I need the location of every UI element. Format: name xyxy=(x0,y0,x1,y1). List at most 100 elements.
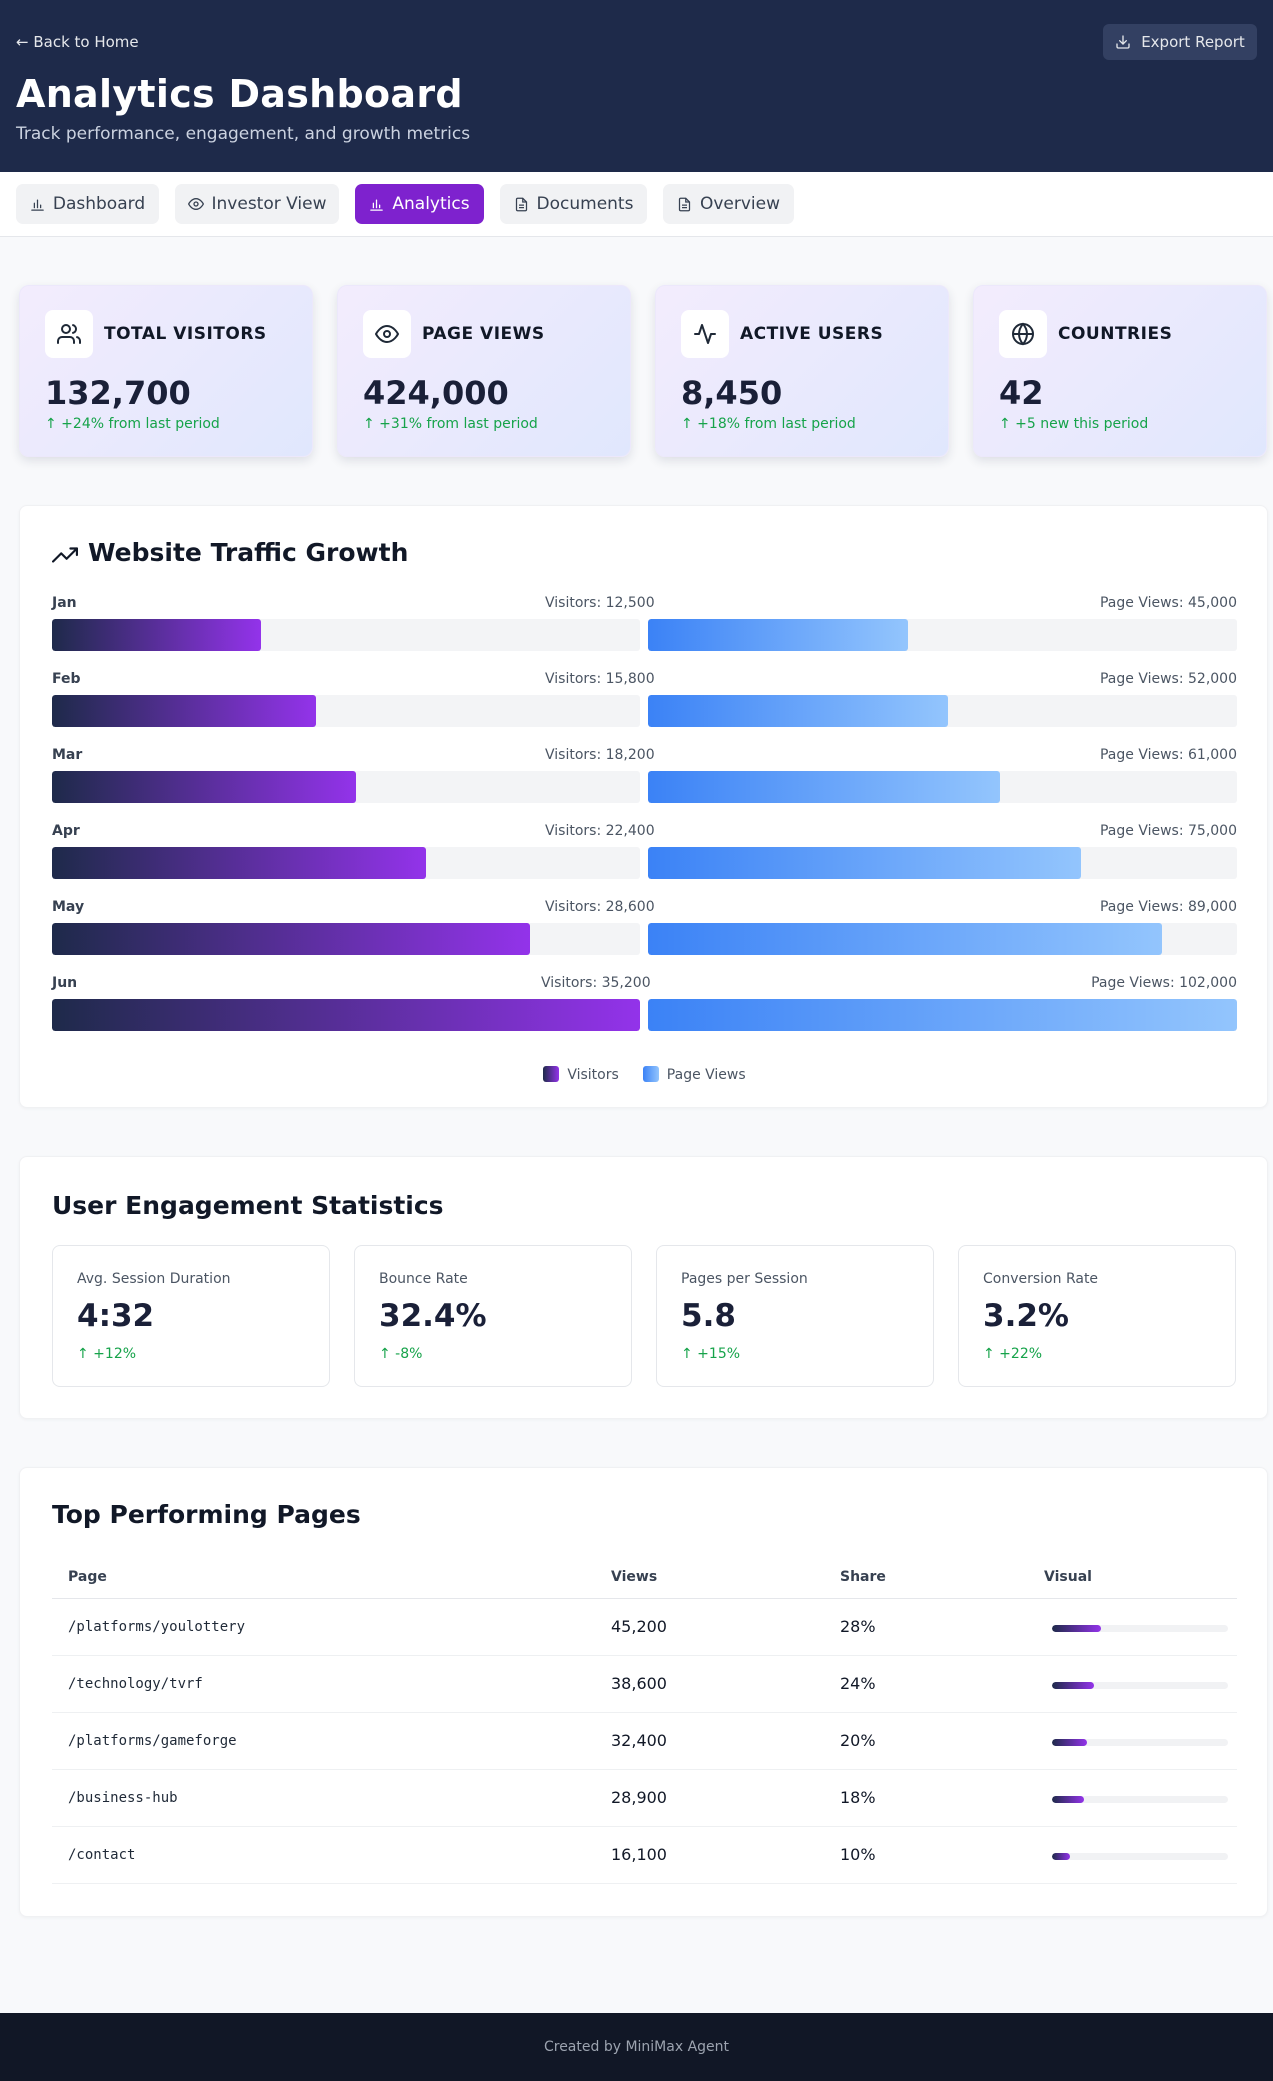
visitors-label: Visitors: 15,800 xyxy=(545,671,655,687)
stat-value: 132,700 xyxy=(45,374,191,412)
back-to-home-link[interactable]: ← Back to Home xyxy=(16,33,139,51)
engagement-value: 3.2% xyxy=(983,1298,1069,1334)
tab-documents[interactable]: Documents xyxy=(500,184,647,224)
month-label: Feb xyxy=(52,671,81,687)
engagement-label: Pages per Session xyxy=(681,1271,808,1287)
page-header: ← Back to Home Export Report Analytics D… xyxy=(0,0,1273,172)
stat-change: ↑ +5 new this period xyxy=(999,416,1149,432)
page-share: 28% xyxy=(840,1617,876,1636)
traffic-row: Mar Visitors: 18,200 Page Views: 61,000 xyxy=(52,747,1237,811)
stat-change: ↑ +31% from last period xyxy=(363,416,538,432)
engagement-value: 32.4% xyxy=(379,1298,487,1334)
legend-swatch xyxy=(543,1066,560,1082)
engagement-card: Conversion Rate 3.2% ↑ +22% xyxy=(958,1245,1236,1387)
nav-bar: Dashboard Investor View Analytics Docume… xyxy=(0,172,1273,237)
month-label: Jan xyxy=(52,595,77,611)
table-row: /platforms/gameforge 32,400 20% xyxy=(52,1713,1237,1770)
stat-change: ↑ +18% from last period xyxy=(681,416,856,432)
stat-card-countries: COUNTRIES 42 ↑ +5 new this period xyxy=(973,285,1267,457)
traffic-row: May Visitors: 28,600 Page Views: 89,000 xyxy=(52,899,1237,963)
month-label: Apr xyxy=(52,823,80,839)
page-views-bar xyxy=(648,999,1237,1031)
stat-value: 8,450 xyxy=(681,374,783,412)
page-path: /contact xyxy=(68,1847,136,1863)
document-icon xyxy=(678,197,691,211)
column-header-views: Views xyxy=(611,1569,658,1585)
traffic-row: Jun Visitors: 35,200 Page Views: 102,000 xyxy=(52,975,1237,1039)
traffic-growth-title: Website Traffic Growth xyxy=(88,538,409,567)
visitors-bar xyxy=(52,847,427,879)
stat-card-active-users: ACTIVE USERS 8,450 ↑ +18% from last peri… xyxy=(655,285,949,457)
share-bar xyxy=(1052,1796,1084,1803)
bar-chart-icon xyxy=(31,199,44,211)
page-views-label: Page Views: 89,000 xyxy=(1099,899,1237,915)
tab-dashboard[interactable]: Dashboard xyxy=(16,184,159,224)
column-header-share: Share xyxy=(840,1569,886,1585)
page-share: 10% xyxy=(840,1845,876,1864)
page-title: Analytics Dashboard xyxy=(16,72,463,116)
stat-card-page-views: PAGE VIEWS 424,000 ↑ +31% from last peri… xyxy=(337,285,631,457)
page-share: 24% xyxy=(840,1674,876,1693)
tab-investor-view[interactable]: Investor View xyxy=(175,184,339,224)
engagement-change: ↑ +22% xyxy=(983,1346,1043,1362)
stat-change: ↑ +24% from last period xyxy=(45,416,220,432)
visitors-bar xyxy=(52,619,261,651)
engagement-label: Conversion Rate xyxy=(983,1271,1099,1287)
page-path: /platforms/gameforge xyxy=(68,1733,237,1749)
tab-analytics[interactable]: Analytics xyxy=(355,184,484,224)
table-row: /business-hub 28,900 18% xyxy=(52,1770,1237,1827)
top-pages-title: Top Performing Pages xyxy=(52,1500,361,1529)
visitors-track xyxy=(52,999,640,1031)
eye-icon xyxy=(363,310,411,358)
legend-swatch xyxy=(642,1066,659,1082)
visitors-track xyxy=(52,619,640,651)
page-views-track xyxy=(648,695,1237,727)
visitors-bar xyxy=(52,999,640,1031)
page-views: 16,100 xyxy=(611,1845,667,1864)
visitors-bar xyxy=(52,771,357,803)
tab-label: Overview xyxy=(699,194,781,214)
share-track xyxy=(1052,1796,1228,1803)
page-views: 28,900 xyxy=(611,1788,667,1807)
trending-up-icon xyxy=(52,547,78,563)
page-views: 38,600 xyxy=(611,1674,667,1693)
legend-label: Visitors xyxy=(567,1067,619,1083)
share-track xyxy=(1052,1682,1228,1689)
stat-label: COUNTRIES xyxy=(1058,324,1173,344)
table-row: /contact 16,100 10% xyxy=(52,1827,1237,1884)
page-views-label: Page Views: 52,000 xyxy=(1099,671,1237,687)
page-views: 45,200 xyxy=(611,1617,667,1636)
page-views-track xyxy=(648,923,1237,955)
page-views-track xyxy=(648,999,1237,1031)
export-report-button[interactable]: Export Report xyxy=(1103,24,1257,60)
tab-overview[interactable]: Overview xyxy=(663,184,794,224)
tab-label: Dashboard xyxy=(52,194,146,214)
page-views-track xyxy=(648,619,1237,651)
share-track xyxy=(1052,1625,1228,1632)
visitors-label: Visitors: 18,200 xyxy=(545,747,655,763)
visitors-label: Visitors: 35,200 xyxy=(541,975,651,991)
engagement-title: User Engagement Statistics xyxy=(52,1191,444,1220)
share-track xyxy=(1052,1853,1228,1860)
stat-label: TOTAL VISITORS xyxy=(104,324,267,344)
users-icon xyxy=(45,310,93,358)
share-bar xyxy=(1052,1682,1095,1689)
visitors-track xyxy=(52,695,640,727)
globe-icon xyxy=(999,310,1047,358)
engagement-value: 5.8 xyxy=(681,1298,736,1334)
visitors-track xyxy=(52,923,640,955)
column-header-visual: Visual xyxy=(1044,1569,1092,1585)
visitors-label: Visitors: 28,600 xyxy=(545,899,655,915)
month-label: Jun xyxy=(52,975,78,991)
table-row: /platforms/youlottery 45,200 28% xyxy=(52,1599,1237,1656)
page-views-track xyxy=(648,771,1237,803)
month-label: May xyxy=(52,899,85,915)
bar-chart-icon xyxy=(370,199,384,211)
stat-value: 424,000 xyxy=(363,374,509,412)
share-bar xyxy=(1052,1739,1088,1746)
page-views: 32,400 xyxy=(611,1731,667,1750)
page-path: /platforms/youlottery xyxy=(68,1619,246,1635)
page-views-bar xyxy=(648,695,949,727)
month-label: Mar xyxy=(52,747,83,763)
traffic-row: Feb Visitors: 15,800 Page Views: 52,000 xyxy=(52,671,1237,735)
